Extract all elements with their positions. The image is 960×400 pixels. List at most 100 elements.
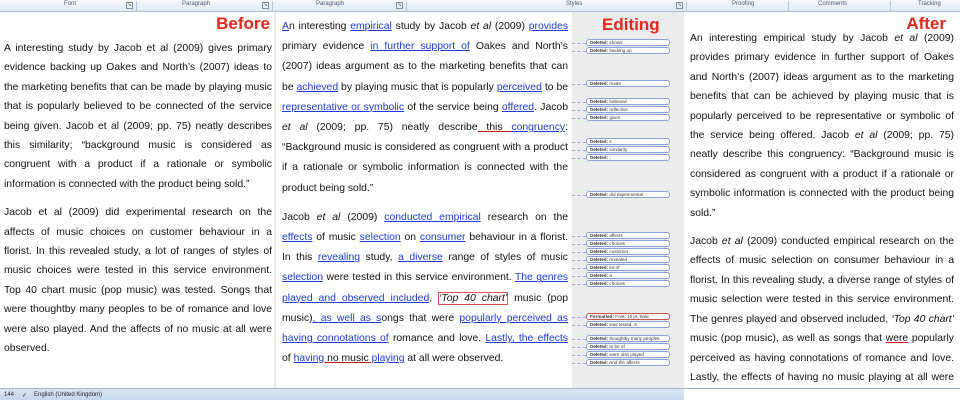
insertion: selection	[359, 232, 401, 244]
after-paragraph-1: An interesting empirical study by Jacob …	[690, 29, 954, 223]
dialog-launcher-icon[interactable]: ↘	[676, 2, 683, 9]
balloon-text: reflective	[609, 107, 628, 112]
balloon-connector	[572, 268, 586, 269]
revision-balloon[interactable]: Deleted: backing up	[586, 47, 670, 54]
text-run: music (pop music), as well as songs that	[690, 333, 886, 345]
balloon-text: revealed	[609, 257, 628, 262]
text-run: (2009)	[340, 211, 385, 223]
balloon-label: Deleted:	[590, 360, 609, 365]
balloon-label: Deleted:	[590, 352, 609, 357]
balloon-connector	[572, 284, 586, 285]
text-run: were	[885, 333, 909, 345]
language-indicator[interactable]: English (United Kingdom)	[34, 392, 102, 398]
spelling-check-icon[interactable]: ✓	[22, 392, 27, 399]
document-page[interactable]: An interesting empirical study by Jacob …	[276, 12, 572, 388]
balloon-connector	[572, 317, 586, 318]
text-run: . Jacob	[534, 101, 568, 113]
balloon-label: Deleted:	[590, 155, 609, 160]
balloon-label: Deleted:	[590, 139, 609, 144]
balloon-connector	[572, 339, 586, 340]
balloon-text: thoughtby many peoples	[609, 336, 660, 341]
revision-balloon[interactable]: Deleted: was tested. S	[586, 321, 670, 328]
revision-balloon[interactable]: Deleted: reflective	[586, 106, 670, 113]
revision-balloon[interactable]: Deleted: revealed	[586, 256, 670, 263]
revision-balloon[interactable]: Deleted: ;	[586, 154, 670, 161]
insertion: playing	[371, 353, 405, 365]
revision-balloon[interactable]: Deleted: choices	[586, 280, 670, 287]
insertion: conducted empirical	[384, 211, 481, 223]
revision-balloon[interactable]: Deleted: made	[586, 80, 670, 87]
after-panel: After An interesting empirical study by …	[684, 12, 960, 388]
text-run: et al	[316, 211, 341, 223]
ribbon-separator	[788, 1, 789, 11]
balloon-connector	[572, 276, 586, 277]
revision-balloon[interactable]: Deleted: shows	[586, 39, 670, 46]
text-run: (2009) provides primary evidence in furt…	[690, 33, 954, 142]
text-run: were tested in this service environment.	[323, 272, 515, 284]
text-run: at all were observed.	[404, 353, 504, 365]
text-run: romance and love.	[388, 333, 486, 345]
balloon-connector	[572, 142, 586, 143]
balloon-text: believed	[609, 99, 627, 104]
text-run: of the service being	[404, 101, 502, 113]
balloon-label: Deleted:	[590, 81, 609, 86]
before-text: A interesting study by Jacob et al (2009…	[4, 39, 272, 368]
balloon-connector	[572, 363, 586, 364]
formatted-text: ‘Top 40 chart’	[438, 291, 509, 305]
balloon-connector	[572, 325, 586, 326]
dialog-launcher-icon[interactable]: ↘	[126, 2, 133, 9]
ribbon-group-paragraph: Paragraph	[316, 1, 345, 7]
text-run: (2009)	[491, 21, 529, 32]
revision-balloon[interactable]: Deleted: were also played	[586, 351, 670, 358]
after-paragraph-2: Jacob et al (2009) conducted empirical r…	[690, 232, 954, 388]
balloon-label: Deleted:	[590, 249, 609, 254]
insertion: consumer	[419, 232, 466, 244]
balloon-text: were also played	[609, 352, 644, 357]
text-run: (2009) conducted empirical research on t…	[690, 236, 954, 325]
revision-balloon[interactable]: Deleted: s	[586, 138, 670, 145]
revision-balloon[interactable]: Deleted: to be of	[586, 343, 670, 350]
revision-balloon[interactable]: Deleted: a	[586, 272, 670, 279]
revision-balloon[interactable]: Deleted: did experimental	[586, 191, 670, 198]
revision-balloon[interactable]: Deleted: similarity	[586, 146, 670, 153]
revision-balloon[interactable]: Deleted: lot of	[586, 264, 670, 271]
balloon-label: Deleted:	[590, 107, 609, 112]
balloon-connector	[572, 236, 586, 237]
revision-balloon[interactable]: Deleted: affects	[586, 232, 670, 239]
ribbon-separator	[136, 1, 137, 11]
balloon-connector	[572, 51, 586, 52]
revision-balloon[interactable]: Formatted: Font: 10 pt, Italic	[586, 313, 670, 320]
ribbon-strip: Font ↘ Paragraph ↘ Paragraph ↘ Styles ↘ …	[0, 0, 960, 12]
revision-balloon[interactable]: Deleted: believed	[586, 98, 670, 105]
ribbon-separator	[686, 1, 687, 11]
balloon-label: Deleted:	[590, 265, 609, 270]
balloon-label: Deleted:	[590, 115, 609, 120]
balloon-text: choices	[609, 281, 625, 286]
revision-balloon[interactable]: Deleted: choices	[586, 240, 670, 247]
text-run: (2009; pp. 75) neatly describe	[307, 122, 478, 134]
ribbon-separator	[406, 1, 407, 11]
balloon-text: ;	[609, 155, 611, 160]
balloon-connector	[572, 195, 586, 196]
revision-balloon[interactable]: Deleted: customer	[586, 248, 670, 255]
balloon-text: made	[609, 81, 621, 86]
balloon-label: Formatted:	[590, 314, 614, 319]
tracked-changes-text[interactable]: An interesting empirical study by Jacob …	[282, 17, 568, 378]
page-number[interactable]: 144	[4, 392, 14, 398]
balloon-connector	[572, 43, 586, 44]
status-blank	[684, 389, 960, 400]
before-paragraph-1: A interesting study by Jacob et al (2009…	[4, 43, 272, 190]
revision-balloon[interactable]: Deleted: given	[586, 114, 670, 121]
status-bar: 144 ✓ English (United Kingdom)	[0, 388, 960, 400]
revision-balloon[interactable]: Deleted: thoughtby many peoples	[586, 335, 670, 342]
dialog-launcher-icon[interactable]: ↘	[396, 2, 403, 9]
dialog-launcher-icon[interactable]: ↘	[262, 2, 269, 9]
editing-title: Editing	[602, 15, 660, 34]
text-run: on	[400, 232, 420, 244]
text-run: n interesting	[288, 21, 351, 32]
balloon-connector	[572, 260, 586, 261]
edit-paragraph-1: An interesting empirical study by Jacob …	[282, 17, 568, 199]
revision-balloon[interactable]: Deleted: And the affects	[586, 359, 670, 366]
text-run: study by Jacob	[391, 21, 471, 32]
balloon-text: choices	[609, 241, 625, 246]
